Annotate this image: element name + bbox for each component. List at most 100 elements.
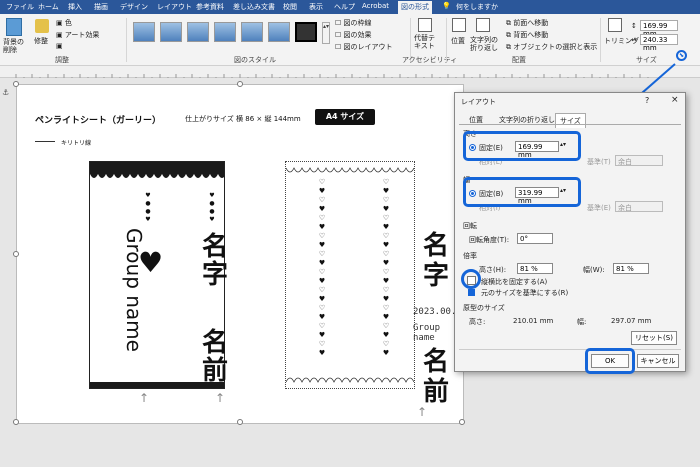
style-thumbnail-5[interactable] (241, 22, 263, 42)
heart-column-left: ♥ ● ● ♥ (145, 192, 151, 223)
dialog-help-button[interactable]: ? (645, 96, 649, 105)
divider (446, 18, 447, 62)
resize-handle-nw[interactable] (13, 81, 19, 87)
footer-divider (459, 349, 681, 350)
original-height-value: 210.01 mm (513, 317, 554, 325)
document-page[interactable]: ペンライトシート（ガーリー） 仕上がりサイズ 横 86 × 縦 144mm A4… (13, 81, 467, 425)
tell-me-search[interactable]: 何をしますか (456, 2, 498, 12)
original-size-section-label: 原型のサイズ (463, 304, 505, 312)
relative-original-checkbox[interactable] (468, 289, 475, 296)
cut-line-sample (35, 141, 55, 142)
wrap-text-button[interactable]: 文字列の折り返し (470, 36, 504, 52)
position-button[interactable]: 位置 (451, 36, 465, 46)
name-char-2: 字 (202, 260, 229, 290)
lace-bottom-border-white (286, 377, 414, 383)
tab-view[interactable]: 表示 (309, 2, 323, 12)
picture-layout-button[interactable]: ☐ 図のレイアウト (335, 42, 393, 52)
tab-help[interactable]: ヘルプ (334, 2, 355, 12)
tab-design[interactable]: デザイン (120, 2, 148, 12)
tab-file[interactable]: ファイル (6, 2, 34, 12)
lace-bottom-border (90, 382, 224, 388)
resize-handle-s[interactable] (237, 419, 243, 425)
resize-handle-w[interactable] (13, 251, 19, 257)
scale-height-label: 高さ(H): (479, 266, 507, 274)
ribbon-tab-bar: ファイル ホーム 挿入 描画 デザイン レイアウト 参考資料 差し込み文書 校閲… (0, 0, 700, 14)
tab-draw[interactable]: 描画 (94, 2, 108, 12)
rotate-label: 回転角度(T): (469, 236, 510, 244)
tab-references[interactable]: 参考資料 (196, 2, 224, 12)
height-base-select[interactable]: 余白 (615, 155, 663, 166)
dialog-close-button[interactable]: × (671, 95, 679, 105)
style-thumbnail-4[interactable] (214, 22, 236, 42)
tab-acrobat[interactable]: Acrobat (362, 2, 389, 10)
scale-height-input[interactable]: 81 % (517, 263, 553, 274)
cut-line-label: キリトリ線 (61, 140, 92, 147)
color-button[interactable]: ▣ 色 (56, 18, 72, 28)
highlight-ok (585, 348, 635, 374)
style-thumbnail-2[interactable] (160, 22, 182, 42)
height-field[interactable]: 169.99 mm (640, 20, 678, 38)
tab-layout[interactable]: レイアウト (157, 2, 192, 12)
width-field[interactable]: 240.33 mm (640, 34, 678, 52)
horizontal-ruler[interactable] (0, 66, 700, 81)
style-thumbnail-3[interactable] (187, 22, 209, 42)
tab-mailings[interactable]: 差し込み文書 (233, 2, 275, 12)
dialog-tab-size[interactable]: サイズ (555, 113, 586, 128)
highlight-lock-aspect (461, 269, 481, 289)
reset-button[interactable]: リセット(S) (631, 331, 677, 345)
style-thumbnail-1[interactable] (133, 22, 155, 42)
corrections-button[interactable]: 修整 (34, 36, 48, 46)
original-width-label: 幅: (577, 318, 587, 326)
name-char-right-4: 前 (423, 377, 450, 407)
width-base-select[interactable]: 余白 (615, 201, 663, 212)
style-thumbnail-6[interactable] (268, 22, 290, 42)
send-backward-button[interactable]: ⧉ 背面へ移動 (506, 30, 548, 40)
border-label: 図の枠線 (343, 19, 372, 27)
tab-review[interactable]: 校閲 (283, 2, 297, 12)
name-char-right-2: 字 (423, 261, 450, 291)
cancel-button[interactable]: キャンセル (637, 354, 679, 368)
styles-scroll-icon[interactable]: ▴▾ (322, 22, 330, 44)
divider (600, 18, 601, 62)
picture-border-button[interactable]: ☐ 図の枠線 (335, 18, 372, 28)
bring-forward-label: 前面へ移動 (513, 19, 549, 27)
position-icon (452, 18, 466, 32)
resize-handle-n[interactable] (237, 81, 243, 87)
artistic-effects-button[interactable]: ▣ アート効果 (56, 30, 99, 40)
arrow-up-icon: ↑ (139, 391, 150, 405)
tab-insert[interactable]: 挿入 (68, 2, 82, 12)
resize-handle-sw[interactable] (13, 419, 19, 425)
original-height-label: 高さ: (469, 318, 486, 326)
group-name-vertical: Group name (122, 228, 146, 352)
tab-home[interactable]: ホーム (38, 2, 59, 12)
compress-icon[interactable]: ▣ (56, 42, 63, 50)
accessibility-group-label: アクセシビリティ (402, 56, 458, 64)
picture-effects-button[interactable]: ☐ 図の効果 (335, 30, 372, 40)
style-thumbnail-7[interactable] (295, 22, 317, 42)
layout-dialog: レイアウト ? × 位置 文字列の折り返し サイズ 高さ 固定(E) 169.9… (454, 92, 686, 374)
tab-divider (459, 124, 681, 125)
arrow-up-icon: ↑ (215, 391, 226, 405)
bring-forward-button[interactable]: ⧉ 前面へ移動 (506, 18, 548, 28)
remove-background-button[interactable]: 背景の削除 (3, 38, 27, 54)
rotate-input[interactable]: 0° (517, 233, 553, 244)
send-backward-label: 背面へ移動 (513, 31, 549, 39)
anchor-icon: ⚓ (2, 88, 10, 97)
layout-label: 図のレイアウト (343, 43, 393, 51)
penlight-sheet-white: ♡ ♥ ♡ ♥ ♡ ♥ ♡ ♥ ♡ ♥ ♡ ♥ ♡ ♥ ♡ ♥ ♡ ♥ ♡ ♥ ♡ ♥ ♡ ♥ ♡ ♥ ♡ ♥ ♡ ♥ ♡ ♥ ♡ ♥ ♡ ♥ ♡ ♥ ♡… (285, 161, 415, 389)
selection-pane-button[interactable]: ⧉ オブジェクトの選択と表示 (506, 42, 597, 52)
resize-handle-se[interactable] (459, 419, 465, 425)
height-icon: ↕ (631, 22, 637, 30)
crop-icon (608, 18, 622, 32)
penlight-sheet-black: ♥ ● ● ♥ ♥ ● ● ♥ ♥ Group name 名 字 名 前 (89, 161, 229, 389)
tab-picture-format[interactable]: 図の形式 (398, 1, 432, 14)
arrow-up-icon: ↑ (417, 405, 428, 419)
color-label: 色 (64, 19, 72, 27)
heart-column-right: ♥ ● ● ♥ (209, 192, 215, 223)
scale-width-input[interactable]: 81 % (613, 263, 649, 274)
width-base-label: 基準(E) (587, 204, 611, 212)
alt-text-button[interactable]: 代替テキスト (414, 34, 438, 50)
remove-background-icon (6, 18, 22, 36)
divider (126, 18, 127, 62)
heart-column-white-right: ♡ ♥ ♡ ♥ ♡ ♥ ♡ ♥ ♡ ♥ ♡ ♥ ♡ ♥ ♡ ♥ ♡ ♥ ♡ ♥ (382, 178, 390, 357)
